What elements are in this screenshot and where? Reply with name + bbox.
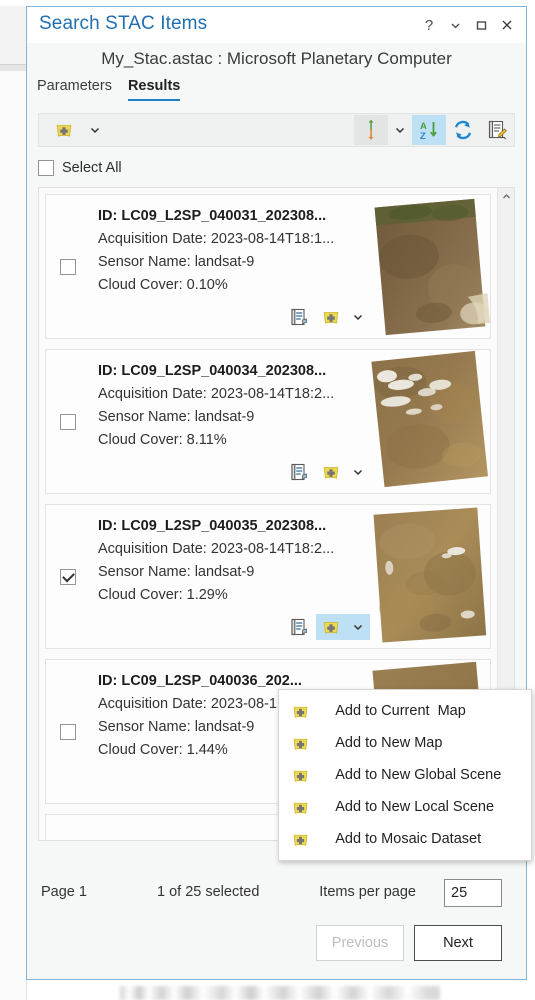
row-sensor-name: Sensor Name: landsat-9	[98, 254, 255, 270]
help-icon[interactable]: ?	[418, 15, 440, 35]
row-actions	[284, 614, 370, 640]
row-checkbox-wrap	[60, 569, 76, 585]
row-acquisition-date: Acquisition Date: 2023-08-14T18:1...	[98, 231, 335, 247]
items-per-page-input[interactable]	[444, 879, 502, 907]
background-strip-top	[0, 6, 27, 65]
row-checkbox[interactable]	[60, 569, 76, 585]
row-add-group	[316, 304, 370, 330]
row-add-chevron-down-icon[interactable]	[346, 466, 370, 478]
selection-count-label: 1 of 25 selected	[157, 884, 260, 900]
add-data-icon[interactable]	[47, 115, 81, 145]
tab-bar: Parameters Results	[27, 69, 526, 101]
row-details-icon[interactable]	[284, 304, 314, 330]
scene-thumbnail	[370, 195, 490, 340]
menu-item-label: Add to Mosaic Dataset	[335, 831, 482, 847]
row-details: ID: LC09_L2SP_040035_202308... Acquisiti…	[98, 518, 358, 610]
items-per-page-label: Items per page	[319, 884, 416, 900]
footer-info-row: Page 1 1 of 25 selected Items per page	[27, 879, 526, 909]
edit-report-icon[interactable]	[480, 115, 514, 145]
tab-results[interactable]: Results	[127, 78, 181, 101]
row-acquisition-date: Acquisition Date: 2023-08-14T18:2...	[98, 541, 335, 557]
row-add-chevron-down-icon[interactable]	[346, 621, 370, 633]
scene-thumbnail	[370, 350, 490, 495]
menu-item-label: Add to New Local Scene	[335, 799, 495, 815]
dialog-footer: Page 1 1 of 25 selected Items per page P…	[27, 861, 526, 979]
menu-item-label: Add to Current Map	[335, 703, 466, 719]
select-all-label: Select All	[62, 160, 122, 176]
table-row[interactable]: ID: LC09_L2SP_040035_202308... Acquisiti…	[45, 504, 491, 649]
row-id: ID: LC09_L2SP_040034_202308...	[98, 363, 327, 379]
row-actions	[284, 304, 370, 330]
tab-parameters[interactable]: Parameters	[37, 78, 112, 101]
sort-az-icon[interactable]: A Z	[412, 115, 446, 145]
next-button[interactable]: Next	[414, 925, 502, 961]
table-row[interactable]: ID: LC09_L2SP_040031_202308... Acquisiti…	[45, 194, 491, 339]
toolbar-left-group	[39, 115, 107, 145]
row-details: ID: LC09_L2SP_040034_202308... Acquisiti…	[98, 363, 358, 455]
row-add-data-icon[interactable]	[316, 614, 346, 640]
sort-direction-chevron-down-icon[interactable]	[388, 115, 412, 145]
row-checkbox[interactable]	[60, 414, 76, 430]
maximize-icon[interactable]	[470, 15, 492, 35]
row-sensor-name: Sensor Name: landsat-9	[98, 409, 255, 425]
row-add-group	[316, 459, 370, 485]
background-blurred-text	[120, 986, 440, 1000]
table-row[interactable]: ID: LC09_L2SP_040034_202308... Acquisiti…	[45, 349, 491, 494]
dialog-subtitle: My_Stac.astac : Microsoft Planetary Comp…	[101, 49, 452, 68]
row-id: ID: LC09_L2SP_040031_202308...	[98, 208, 327, 224]
sort-updown-icon[interactable]	[354, 115, 388, 145]
menu-item-add-to-mosaic-dataset[interactable]: Add to Mosaic Dataset	[279, 823, 531, 855]
screen-root: Search STAC Items ? My_Stac.astac : Micr…	[0, 0, 535, 1000]
refresh-icon[interactable]	[446, 115, 480, 145]
dialog-title: Search STAC Items	[39, 13, 208, 34]
row-add-data-icon[interactable]	[316, 304, 346, 330]
add-to-map-menu: Add to Current Map Add to New Map Add to…	[278, 689, 532, 861]
row-actions	[284, 459, 370, 485]
menu-item-label: Add to New Map	[335, 735, 443, 751]
row-acquisition-date: Acquisition Date: 2023-08-14T18:2...	[98, 386, 335, 402]
row-details-icon[interactable]	[284, 459, 314, 485]
background-strip-bottom	[0, 71, 27, 1000]
select-all-checkbox[interactable]	[38, 160, 54, 176]
row-details-icon[interactable]	[284, 614, 314, 640]
row-checkbox[interactable]	[60, 259, 76, 275]
previous-button[interactable]: Previous	[316, 925, 404, 961]
pagination-buttons: Previous Next	[316, 925, 502, 961]
page-number-label: Page 1	[41, 884, 87, 900]
select-all-row: Select All	[38, 157, 526, 179]
chevron-down-icon[interactable]	[444, 15, 466, 35]
svg-text:Z: Z	[420, 131, 426, 141]
menu-item-label: Add to New Global Scene	[335, 767, 502, 783]
row-add-chevron-down-icon[interactable]	[346, 311, 370, 323]
scroll-up-icon[interactable]	[498, 188, 514, 205]
window-controls: ?	[418, 15, 518, 35]
add-data-chevron-down-icon[interactable]	[83, 124, 107, 136]
row-id: ID: LC09_L2SP_040035_202308...	[98, 518, 327, 534]
row-cloud-cover: Cloud Cover: 8.11%	[98, 432, 227, 448]
close-icon[interactable]	[496, 15, 518, 35]
add-data-icon	[291, 798, 323, 881]
row-checkbox-wrap	[60, 724, 76, 740]
row-cloud-cover: Cloud Cover: 1.29%	[98, 587, 228, 603]
row-checkbox[interactable]	[60, 724, 76, 740]
scene-thumbnail	[370, 505, 490, 650]
row-add-group	[316, 614, 370, 640]
row-checkbox-wrap	[60, 259, 76, 275]
toolbar-right-group: A Z	[354, 114, 514, 146]
row-sensor-name: Sensor Name: landsat-9	[98, 564, 255, 580]
row-add-data-icon[interactable]	[316, 459, 346, 485]
row-checkbox-wrap	[60, 414, 76, 430]
results-toolbar: A Z	[38, 113, 515, 147]
row-cloud-cover: Cloud Cover: 0.10%	[98, 277, 228, 293]
row-details: ID: LC09_L2SP_040031_202308... Acquisiti…	[98, 208, 358, 300]
dialog-titlebar: Search STAC Items ?	[27, 7, 526, 43]
